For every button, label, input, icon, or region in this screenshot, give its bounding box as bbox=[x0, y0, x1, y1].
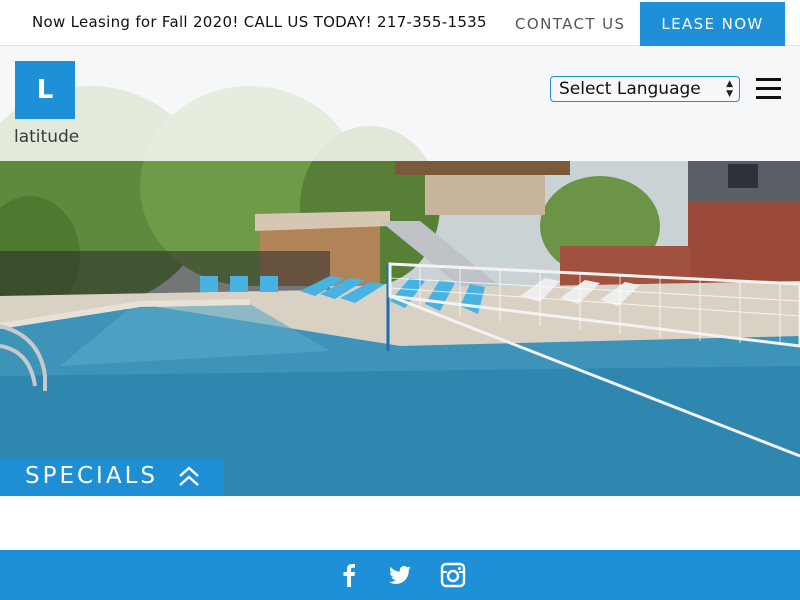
hamburger-icon[interactable] bbox=[756, 78, 781, 100]
language-select-value: Select Language bbox=[559, 79, 701, 99]
instagram-icon[interactable] bbox=[440, 562, 466, 588]
specials-label: SPECIALS bbox=[25, 463, 158, 489]
top-bar: Now Leasing for Fall 2020! CALL US TODAY… bbox=[0, 0, 800, 46]
site-header bbox=[0, 46, 800, 161]
specials-button[interactable]: SPECIALS bbox=[0, 458, 224, 496]
logo-wordmark[interactable]: latitude bbox=[14, 127, 79, 147]
social-footer bbox=[0, 550, 800, 600]
facebook-icon[interactable] bbox=[336, 562, 362, 588]
leasing-announcement[interactable]: Now Leasing for Fall 2020! CALL US TODAY… bbox=[32, 13, 487, 31]
double-chevron-up-icon bbox=[179, 466, 199, 486]
lease-now-button[interactable]: LEASE NOW bbox=[640, 2, 785, 46]
twitter-icon[interactable] bbox=[387, 562, 413, 588]
contact-us-link[interactable]: CONTACT US bbox=[515, 15, 625, 33]
select-arrows-icon: ▲ ▼ bbox=[726, 79, 733, 99]
logo-letter: L bbox=[36, 75, 54, 105]
language-select[interactable]: Select Language ▲ ▼ bbox=[550, 76, 740, 102]
